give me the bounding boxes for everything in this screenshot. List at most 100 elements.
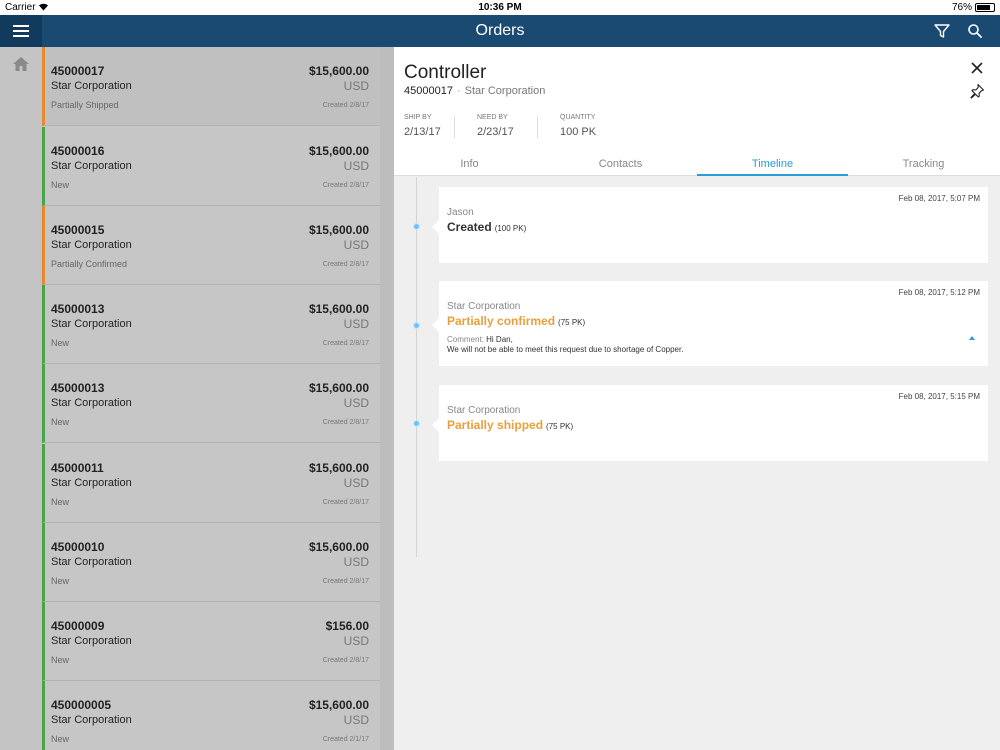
quantity-label: QUANTITY [560,114,596,121]
filter-icon[interactable] [933,23,951,39]
need-by-value: 2/23/17 [477,126,514,138]
timeline-author: Star Corporation [447,405,521,416]
order-customer: Star Corporation [51,80,132,92]
tab-tracking[interactable]: Tracking [848,158,999,176]
search-icon[interactable] [966,23,984,39]
list-item[interactable]: 45000013 Star Corporation New $15,600.00… [42,285,380,364]
order-currency: USD [343,476,369,490]
order-status: New [51,497,70,507]
close-icon[interactable] [970,61,984,75]
order-amount: $15,600.00 [308,698,369,712]
nav-bar: Orders [0,15,1000,47]
timeline-date: Feb 08, 2017, 5:07 PM [898,194,980,203]
order-number: 45000013 [51,381,105,395]
order-status: New [51,338,70,348]
list-item[interactable]: 45000017 Star Corporation Partially Ship… [42,47,380,126]
order-created: Created 2/8/17 [322,340,369,347]
order-number: 45000011 [51,461,104,475]
tab-timeline[interactable]: Timeline [697,158,848,176]
order-customer: Star Corporation [51,635,132,647]
order-currency: USD [343,238,369,252]
order-created: Created 2/8/17 [322,499,369,506]
order-number: 45000009 [51,619,105,633]
list-item[interactable]: 45000016 Star Corporation New $15,600.00… [42,127,380,206]
home-icon[interactable] [11,55,31,73]
order-customer: Star Corporation [51,714,132,726]
list-item[interactable]: 450000005 Star Corporation New $15,600.0… [42,681,380,750]
timeline-event: Partially confirmed (75 PK) [447,314,585,328]
order-number: 45000013 [51,302,105,316]
timeline-author: Star Corporation [447,301,521,312]
timeline-card: Feb 08, 2017, 5:15 PM Star Corporation P… [432,385,988,461]
order-status: Partially Shipped [51,100,119,110]
page-title: Orders [475,22,525,39]
order-amount: $15,600.00 [308,223,369,237]
order-currency: USD [343,713,369,727]
ship-by: SHIP BY 2/13/17 [404,114,441,138]
detail-header: Controller 45000017 · Star Corporation SHI… [394,47,1000,176]
battery-percent: 76% [951,2,972,13]
order-status: New [51,576,70,586]
order-amount: $15,600.00 [308,302,369,316]
list-item[interactable]: 45000013 Star Corporation New $15,600.00… [42,364,380,443]
order-number: 45000015 [51,223,105,237]
quantity: QUANTITY 100 PK [560,114,596,138]
timeline-comment: Comment: Hi Dan, We will not be able to … [447,335,683,355]
divider [537,116,538,138]
list-item[interactable]: 45000010 Star Corporation New $15,600.00… [42,523,380,602]
need-by-label: NEED BY [477,114,508,121]
order-status: New [51,655,70,665]
list-item[interactable]: 45000011 Star Corporation New $15,600.00… [42,444,380,523]
order-customer: Star Corporation [51,477,132,489]
timeline-event: Created (100 PK) [447,220,526,234]
order-created: Created 2/8/17 [322,102,369,109]
order-currency: USD [343,396,369,410]
need-by: NEED BY 2/23/17 [477,114,514,138]
battery-icon [975,3,995,12]
pin-icon[interactable] [969,83,985,99]
order-customer: Star Corporation [51,556,132,568]
order-status: New [51,180,70,190]
tab-contacts[interactable]: Contacts [545,158,696,176]
list-item[interactable]: 45000009 Star Corporation New $156.00 US… [42,602,380,681]
comment-greeting: Hi Dan, [486,335,513,344]
timeline-card: Feb 08, 2017, 5:12 PM Star Corporation P… [432,281,988,366]
order-number: 450000005 [51,698,112,712]
comment-label: Comment: [447,335,484,344]
order-amount: $15,600.00 [308,64,369,78]
order-currency: USD [343,555,369,569]
order-amount: $15,600.00 [308,381,369,395]
timeline-card: Feb 08, 2017, 5:07 PM Jason Created (100 … [432,187,988,263]
order-currency: USD [343,317,369,331]
detail-order-number: 45000017 [404,85,453,97]
list-item[interactable]: 45000015 Star Corporation Partially Conf… [42,206,380,285]
tab-info[interactable]: Info [394,158,545,176]
event-name: Created [447,220,492,234]
order-created: Created 2/8/17 [322,419,369,426]
order-created: Created 2/1/17 [322,736,369,743]
order-currency: USD [343,634,369,648]
caret-up-icon[interactable] [969,336,975,340]
detail-title: Controller [404,62,487,83]
order-amount: $156.00 [325,619,369,633]
order-created: Created 2/8/17 [322,578,369,585]
order-list: 45000017 Star Corporation Partially Ship… [42,47,380,750]
detail-tabs: Info Contacts Timeline Tracking [394,154,1000,176]
order-status: New [51,417,70,427]
detail-customer: Star Corporation [464,85,546,97]
order-status: New [51,734,70,744]
event-quantity: (100 PK) [494,224,527,233]
event-quantity: (75 PK) [546,422,574,431]
order-number: 45000010 [51,540,105,554]
card-notch [432,220,439,234]
order-customer: Star Corporation [51,397,132,409]
order-created: Created 2/8/17 [322,261,369,268]
order-amount: $15,600.00 [308,144,369,158]
comment-body: We will not be able to meet this request… [447,345,684,354]
card-notch [432,418,439,432]
order-amount: $15,600.00 [308,461,369,475]
order-created: Created 2/8/17 [322,182,369,189]
timeline-dot [413,223,420,230]
order-amount: $15,600.00 [308,540,369,554]
divider [454,116,455,138]
